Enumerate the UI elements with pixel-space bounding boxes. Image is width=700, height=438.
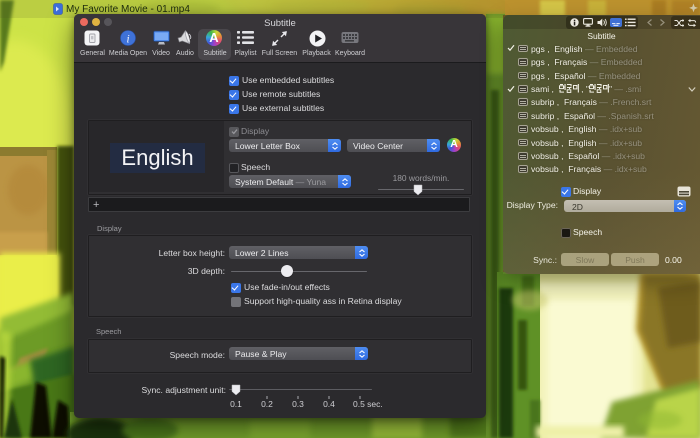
svg-text:i: i [126, 32, 129, 46]
